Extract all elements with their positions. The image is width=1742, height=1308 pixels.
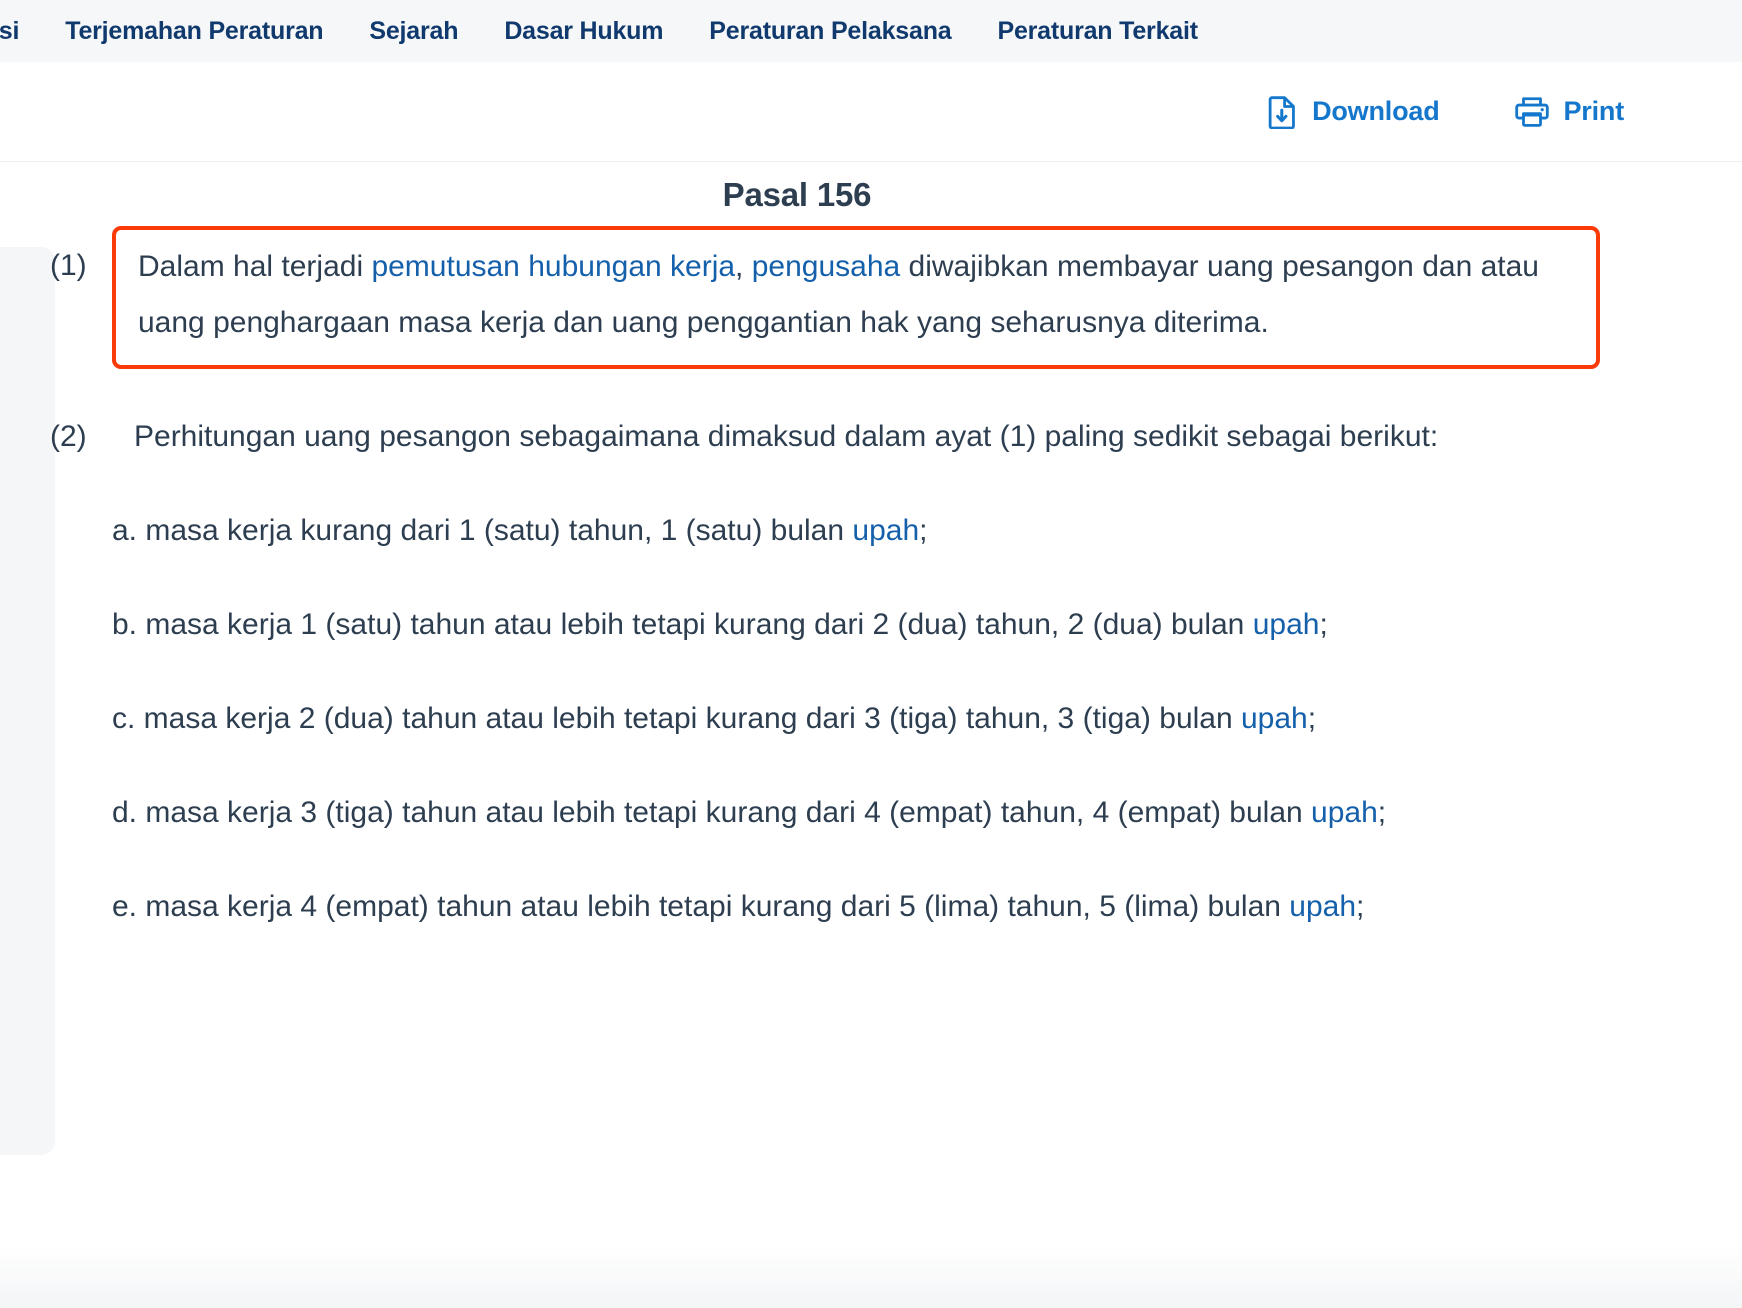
text-run: a. masa kerja kurang dari 1 (satu) tahun… [112, 514, 853, 547]
text-run: c. masa kerja 2 (dua) tahun atau lebih t… [112, 702, 1241, 735]
text-run: , [735, 250, 752, 283]
nav-item-peraturan-terkait[interactable]: Peraturan Terkait [997, 17, 1198, 46]
list-item: e. masa kerja 4 (empat) tahun atau lebih… [112, 879, 1562, 935]
page-title: Pasal 156 [722, 176, 872, 213]
clause-2-number: (2) [50, 420, 87, 453]
nav-item-dasar-hukum[interactable]: Dasar Hukum [504, 17, 663, 46]
file-download-icon [1268, 95, 1298, 129]
list-item: a. masa kerja kurang dari 1 (satu) tahun… [112, 503, 1562, 559]
text-run: Perhitungan uang pesangon sebagaimana di… [134, 420, 1439, 453]
text-run: ; [919, 514, 928, 547]
nav-item-peraturan-pelaksana[interactable]: Peraturan Pelaksana [709, 17, 951, 46]
inline-link[interactable]: upah [852, 514, 919, 547]
nav-item-sejarah[interactable]: Sejarah [369, 17, 458, 46]
clause-1-text: Dalam hal terjadi pemutusan hubungan ker… [138, 239, 1576, 351]
print-label: Print [1563, 96, 1624, 126]
list-item: d. masa kerja 3 (tiga) tahun atau lebih … [112, 785, 1562, 841]
inline-link[interactable]: upah [1253, 608, 1320, 641]
inline-link[interactable]: pengusaha [752, 250, 900, 283]
clause-1-number: (1) [50, 249, 87, 282]
text-run: ; [1377, 796, 1387, 829]
text-run: e. masa kerja 4 (empat) tahun atau lebih… [112, 890, 1290, 923]
clause-2-text: Perhitungan uang pesangon sebagaimana di… [112, 409, 1742, 465]
download-label: Download [1312, 96, 1440, 126]
inline-link[interactable]: pemutusan hubungan kerja [371, 250, 735, 283]
print-button[interactable]: Print [1515, 96, 1624, 128]
document-action-bar: Download Print [0, 62, 1742, 162]
list-item: b. masa kerja 1 (satu) tahun atau lebih … [112, 597, 1562, 653]
nav-item-terjemahan-peraturan[interactable]: Terjemahan Peraturan [65, 17, 323, 46]
list-item: c. masa kerja 2 (dua) tahun atau lebih t… [112, 691, 1562, 747]
secondary-nav-bar: dasi Terjemahan Peraturan Sejarah Dasar … [0, 0, 1742, 62]
text-run: b. masa kerja 1 (satu) tahun atau lebih … [112, 608, 1253, 641]
text-run: ; [1319, 608, 1328, 641]
clause-1: (1) Dalam hal terjadi pemutusan hubungan… [0, 226, 1742, 369]
document-content: Pasal 156 (1) Dalam hal terjadi pemutusa… [0, 163, 1742, 1308]
nav-item-dasi[interactable]: dasi [0, 17, 19, 46]
text-run: d. masa kerja 3 (tiga) tahun atau lebih … [112, 796, 1312, 829]
text-run: Dalam hal terjadi [138, 250, 372, 283]
highlight-box: Dalam hal terjadi pemutusan hubungan ker… [112, 226, 1600, 369]
inline-link[interactable]: upah [1241, 702, 1308, 735]
clause-2: (2) Perhitungan uang pesangon sebagaiman… [0, 409, 1742, 465]
download-button[interactable]: Download [1268, 95, 1440, 129]
printer-icon [1515, 96, 1550, 128]
inline-link[interactable]: upah [1289, 890, 1356, 923]
clause-2-sublist: a. masa kerja kurang dari 1 (satu) tahun… [112, 503, 1562, 935]
inline-link[interactable]: upah [1311, 796, 1378, 829]
text-run: ; [1307, 702, 1317, 735]
text-run: ; [1356, 890, 1365, 923]
